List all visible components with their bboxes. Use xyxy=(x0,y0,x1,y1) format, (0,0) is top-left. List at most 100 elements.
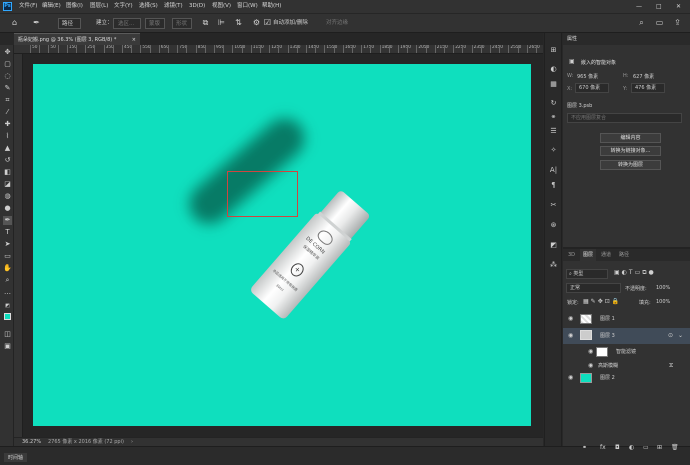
canvas-area[interactable]: DE CORN 保湿精华液 + 本品适用于所有肤质 30ml xyxy=(23,54,543,437)
eraser-tool-icon[interactable]: ◧ xyxy=(3,168,12,177)
blend-mode-select[interactable]: 正常 xyxy=(566,283,621,293)
layer-row[interactable]: ◉ 图层 2 xyxy=(563,371,690,385)
layer-filter-select[interactable]: ⌕ 类型 xyxy=(566,269,608,279)
menu-3d[interactable]: 3D(D) xyxy=(189,0,205,13)
minimize-button[interactable]: — xyxy=(636,0,642,13)
search-icon[interactable]: ⌕ xyxy=(637,18,646,28)
add-mask-icon[interactable]: ◘ xyxy=(615,444,620,451)
path-selection-tool-icon[interactable]: ➤ xyxy=(3,240,12,249)
selection-rectangle[interactable] xyxy=(227,171,298,217)
quick-selection-tool-icon[interactable]: ✎ xyxy=(3,84,12,93)
artboard-tool-icon[interactable]: ▢ xyxy=(3,60,12,69)
color-panel-icon[interactable]: ◐ xyxy=(549,65,558,74)
new-group-icon[interactable]: ▭ xyxy=(643,444,649,451)
quick-mask-icon[interactable]: ◫ xyxy=(3,330,12,339)
zoom-tool-icon[interactable]: ⌕ xyxy=(3,276,12,285)
menu-window[interactable]: 窗口(W) xyxy=(237,0,258,13)
document-tab[interactable]: 瓶朵妃搬.png @ 36.3% (图层 3, RGB/8) * × xyxy=(14,33,140,45)
opacity-value[interactable]: 100% xyxy=(656,285,670,291)
layer-row-selected[interactable]: ◉ 图层 3 ⊙ ⌄ xyxy=(563,328,690,344)
layer-style-icon[interactable]: fx xyxy=(600,444,606,451)
visibility-eye-icon[interactable]: ◉ xyxy=(568,328,573,344)
visibility-eye-icon[interactable]: ◉ xyxy=(568,312,573,326)
close-window-button[interactable]: ✕ xyxy=(676,0,681,13)
path-alignment-icon[interactable]: ⊫ xyxy=(217,18,226,28)
document-canvas[interactable]: DE CORN 保湿精华液 + 本品适用于所有肤质 30ml xyxy=(33,64,531,426)
height-value[interactable]: 627 像素 xyxy=(633,73,654,80)
edit-contents-button[interactable]: 编辑内容 xyxy=(600,133,661,143)
clone-stamp-tool-icon[interactable]: ▲ xyxy=(3,144,12,153)
channels-panel-icon[interactable]: ⊛ xyxy=(549,221,558,230)
history-panel-icon[interactable]: ⊞ xyxy=(549,46,558,55)
character-panel-icon[interactable]: A| xyxy=(549,166,558,175)
make-mask-button[interactable]: 蒙版 xyxy=(145,18,165,29)
fill-value[interactable]: 100% xyxy=(656,299,670,305)
shape-mode-select[interactable]: 路径 xyxy=(58,18,81,29)
layer-filter-icons[interactable]: ▣◐T▭⧉● xyxy=(614,269,656,277)
auto-add-delete-checkbox[interactable]: ☑ xyxy=(263,18,272,28)
type-tool-icon[interactable]: T xyxy=(3,228,12,237)
glyphs-panel-icon[interactable]: ⁂ xyxy=(549,261,558,270)
history-brush-tool-icon[interactable]: ↺ xyxy=(3,156,12,165)
tool-presets-icon[interactable]: ✂ xyxy=(549,201,558,210)
rectangle-tool-icon[interactable]: ▭ xyxy=(3,252,12,261)
home-icon[interactable]: ⌂ xyxy=(10,18,19,28)
visibility-eye-icon[interactable]: ◉ xyxy=(568,371,573,385)
move-tool-icon[interactable]: ✥ xyxy=(3,48,12,57)
brush-tool-icon[interactable]: ⌇ xyxy=(3,132,12,141)
properties-panel-icon[interactable]: ☰ xyxy=(549,127,558,136)
width-value[interactable]: 965 像素 xyxy=(577,73,598,80)
menu-view[interactable]: 视图(V) xyxy=(212,0,231,13)
hand-tool-icon[interactable]: ✋ xyxy=(3,264,12,273)
tab-paths[interactable]: 路径 xyxy=(616,249,632,261)
swatches-panel-icon[interactable]: ▦ xyxy=(549,80,558,89)
lock-icons[interactable]: ▦✎✥⊡🔒 xyxy=(583,298,621,305)
menu-layer[interactable]: 图层(L) xyxy=(90,0,108,13)
convert-to-linked-button[interactable]: 转换为链接对象... xyxy=(600,146,661,156)
tab-layers[interactable]: 图层 xyxy=(580,249,597,261)
share-icon[interactable]: ⇪ xyxy=(673,18,682,28)
menu-edit[interactable]: 编辑(E) xyxy=(42,0,61,13)
make-shape-button[interactable]: 形状 xyxy=(172,18,192,29)
adjustment-layer-icon[interactable]: ◐ xyxy=(629,444,634,451)
layer-row[interactable]: ◉ 图层 1 xyxy=(563,312,690,326)
navigator-panel-icon[interactable]: ◩ xyxy=(549,241,558,250)
y-field[interactable]: 476 像素 xyxy=(631,83,665,93)
screen-mode-icon[interactable]: ▣ xyxy=(3,342,12,351)
adjustments-panel-icon[interactable]: ↻ xyxy=(549,99,558,108)
gear-icon[interactable]: ⚙ xyxy=(252,18,261,28)
new-layer-icon[interactable]: ⊞ xyxy=(657,444,662,451)
menu-image[interactable]: 图像(I) xyxy=(66,0,83,13)
eyedropper-tool-icon[interactable]: ⁄ xyxy=(3,108,12,117)
menu-select[interactable]: 选择(S) xyxy=(139,0,158,13)
expand-arrow-icon[interactable]: ⌄ xyxy=(678,328,683,344)
maximize-button[interactable]: □ xyxy=(656,0,662,13)
layer-comp-select[interactable]: 不应用图层复合 xyxy=(567,113,682,123)
tab-3d[interactable]: 3D xyxy=(565,249,578,261)
gradient-tool-icon[interactable]: ◪ xyxy=(3,180,12,189)
make-selection-button[interactable]: 选区... xyxy=(113,18,141,29)
path-arrangement-icon[interactable]: ⇅ xyxy=(234,18,243,28)
convert-to-layers-button[interactable]: 转换为图层 xyxy=(600,160,661,170)
link-layers-icon[interactable]: ⚭ xyxy=(582,444,587,451)
dodge-tool-icon[interactable]: ● xyxy=(3,204,12,213)
workspace-icon[interactable]: ▭ xyxy=(655,18,664,28)
path-operations-icon[interactable]: ⧉ xyxy=(201,18,210,28)
visibility-eye-icon[interactable]: ◉ xyxy=(588,345,593,359)
brushes-panel-icon[interactable]: ✧ xyxy=(549,146,558,155)
delete-layer-icon[interactable]: 🗑 xyxy=(671,444,679,451)
menu-filter[interactable]: 滤镜(T) xyxy=(164,0,183,13)
pen-tool-icon[interactable]: ✒ xyxy=(3,216,12,225)
more-tools-icon[interactable]: … xyxy=(3,288,12,297)
tab-channels[interactable]: 通道 xyxy=(598,249,614,261)
blur-tool-icon[interactable]: ◍ xyxy=(3,192,12,201)
default-colors-icon[interactable]: ◩ xyxy=(3,302,12,311)
menu-help[interactable]: 帮助(H) xyxy=(262,0,281,13)
x-field[interactable]: 670 像素 xyxy=(575,83,609,93)
libraries-panel-icon[interactable]: ⚭ xyxy=(549,113,558,122)
pen-tool-preset-icon[interactable]: ✒ xyxy=(32,18,41,28)
crop-tool-icon[interactable]: ⌗ xyxy=(3,96,12,105)
menu-type[interactable]: 文字(Y) xyxy=(114,0,133,13)
lasso-tool-icon[interactable]: ◌ xyxy=(3,72,12,81)
foreground-color-swatch[interactable] xyxy=(4,313,11,320)
